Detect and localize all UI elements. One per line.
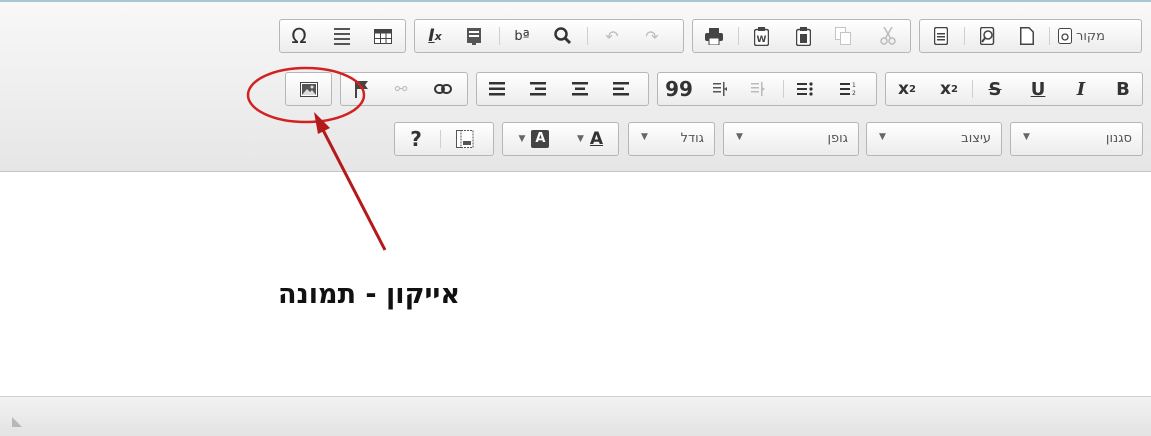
toolbar-group-blocks: 99 12 xyxy=(657,72,877,106)
image-icon[interactable] xyxy=(294,73,324,105)
italic-button[interactable]: I xyxy=(1066,73,1096,105)
toolbar-group-image xyxy=(285,72,332,106)
blockquote-glyph: 99 xyxy=(665,77,693,101)
blockquote-icon[interactable]: 99 xyxy=(664,73,694,105)
cut-icon[interactable] xyxy=(873,20,903,52)
toolbar-group-document: מקור xyxy=(919,19,1142,53)
superscript-glyph: x xyxy=(898,79,909,99)
annotation-label: אייקון - תמונה xyxy=(278,279,461,310)
copy-icon[interactable] xyxy=(828,20,858,52)
bold-glyph: B xyxy=(1116,78,1130,100)
superscript-mark: 2 xyxy=(909,83,916,95)
outdent-icon[interactable] xyxy=(743,73,773,105)
rich-text-editor: Ω Ix bª ↶ ↷ W מקור ⚯ 99 1 2 x 2 x 2 S U … xyxy=(0,0,1151,436)
show-blocks-icon[interactable] xyxy=(450,123,480,155)
background-color-button[interactable]: ▼ A xyxy=(509,123,559,155)
chevron-down-icon: ▼ xyxy=(518,134,526,144)
bulleted-list-icon[interactable] xyxy=(790,73,820,105)
link-icon[interactable] xyxy=(428,73,458,105)
toolbar-group-edit: Ix bª ↶ ↷ xyxy=(414,19,684,53)
align-center-icon[interactable] xyxy=(565,73,595,105)
toolbar-group-colors: ▼ A ▼ A xyxy=(502,122,619,156)
numbered-list-icon[interactable]: 12 xyxy=(833,73,863,105)
redo-icon[interactable]: ↷ xyxy=(637,20,667,52)
anchor-flag-icon[interactable] xyxy=(347,73,377,105)
indent-icon[interactable] xyxy=(705,73,735,105)
format-dropdown[interactable]: ▼ עיצוב xyxy=(866,122,1002,156)
help-icon: ? xyxy=(410,127,422,151)
toolbar-group-links: ⚯ xyxy=(340,72,468,106)
subscript-button[interactable]: x2 xyxy=(934,73,964,105)
background-color-icon: A xyxy=(531,130,550,148)
svg-text:2: 2 xyxy=(852,90,856,96)
italic-glyph: I xyxy=(1076,78,1086,100)
styles-label: סגנון xyxy=(1105,131,1132,146)
unlink-icon[interactable]: ⚯ xyxy=(386,73,416,105)
toolbar-group-insert: Ω xyxy=(279,19,406,53)
source-button[interactable]: מקור xyxy=(1058,20,1138,52)
bold-button[interactable]: B xyxy=(1108,73,1138,105)
table-icon[interactable] xyxy=(368,20,398,52)
font-dropdown[interactable]: ▼ גופן xyxy=(723,122,859,156)
preview-icon[interactable] xyxy=(926,20,956,52)
paste-plain-icon[interactable] xyxy=(459,20,489,52)
size-label: גודל xyxy=(680,131,704,146)
font-label: גופן xyxy=(827,131,848,146)
toolbar-group-basic-styles: x2 x2 S U I B xyxy=(885,72,1143,106)
editor-status-bar xyxy=(0,396,1151,436)
underline-glyph: U xyxy=(1030,78,1046,100)
text-color-button[interactable]: ▼ A xyxy=(565,123,615,155)
chevron-down-icon: ▼ xyxy=(879,132,886,142)
chevron-down-icon: ▼ xyxy=(736,132,743,142)
chevron-down-icon: ▼ xyxy=(1023,132,1030,142)
paste-word-icon[interactable]: W xyxy=(746,20,776,52)
align-left-icon[interactable] xyxy=(606,73,636,105)
subscript-glyph: x xyxy=(940,79,951,99)
styles-dropdown[interactable]: ▼ סגנון xyxy=(1010,122,1143,156)
new-page-icon[interactable] xyxy=(1012,20,1042,52)
svg-text:W: W xyxy=(756,35,766,45)
horizontal-rule-icon[interactable] xyxy=(327,20,357,52)
format-label: עיצוב xyxy=(961,131,991,146)
help-button[interactable]: ? xyxy=(401,123,431,155)
size-dropdown[interactable]: ▼ גודל xyxy=(628,122,715,156)
paste-icon[interactable] xyxy=(788,20,818,52)
svg-text:1: 1 xyxy=(852,82,856,89)
editor-content-area[interactable] xyxy=(0,173,1151,395)
superscript-button[interactable]: x2 xyxy=(892,73,922,105)
search-icon[interactable] xyxy=(548,20,578,52)
remove-format-icon[interactable]: Ix xyxy=(420,20,450,52)
source-label: מקור xyxy=(1076,28,1105,44)
underline-button[interactable]: U xyxy=(1023,73,1053,105)
subscript-mark: 2 xyxy=(951,83,958,95)
chevron-down-icon: ▼ xyxy=(641,132,648,142)
undo-icon[interactable]: ↶ xyxy=(597,20,627,52)
editor-toolbar: Ω Ix bª ↶ ↷ W מקור ⚯ 99 1 2 x 2 x 2 S U … xyxy=(0,0,1151,172)
print-icon[interactable] xyxy=(699,20,729,52)
toolbar-group-tools: ? xyxy=(394,122,494,156)
strikethrough-button[interactable]: S xyxy=(980,73,1010,105)
align-right-icon[interactable] xyxy=(523,73,553,105)
find-replace-icon[interactable]: bª xyxy=(507,20,537,52)
align-justify-icon[interactable] xyxy=(482,73,512,105)
resize-handle-icon[interactable] xyxy=(12,417,22,427)
toolbar-group-align xyxy=(476,72,649,106)
strike-glyph: S xyxy=(988,78,1002,100)
text-color-icon: A xyxy=(589,129,604,149)
templates-icon[interactable] xyxy=(973,20,1003,52)
chevron-down-icon: ▼ xyxy=(576,134,584,144)
source-icon xyxy=(1058,28,1072,44)
toolbar-group-clipboard: W xyxy=(692,19,911,53)
omega-icon[interactable]: Ω xyxy=(284,20,314,52)
